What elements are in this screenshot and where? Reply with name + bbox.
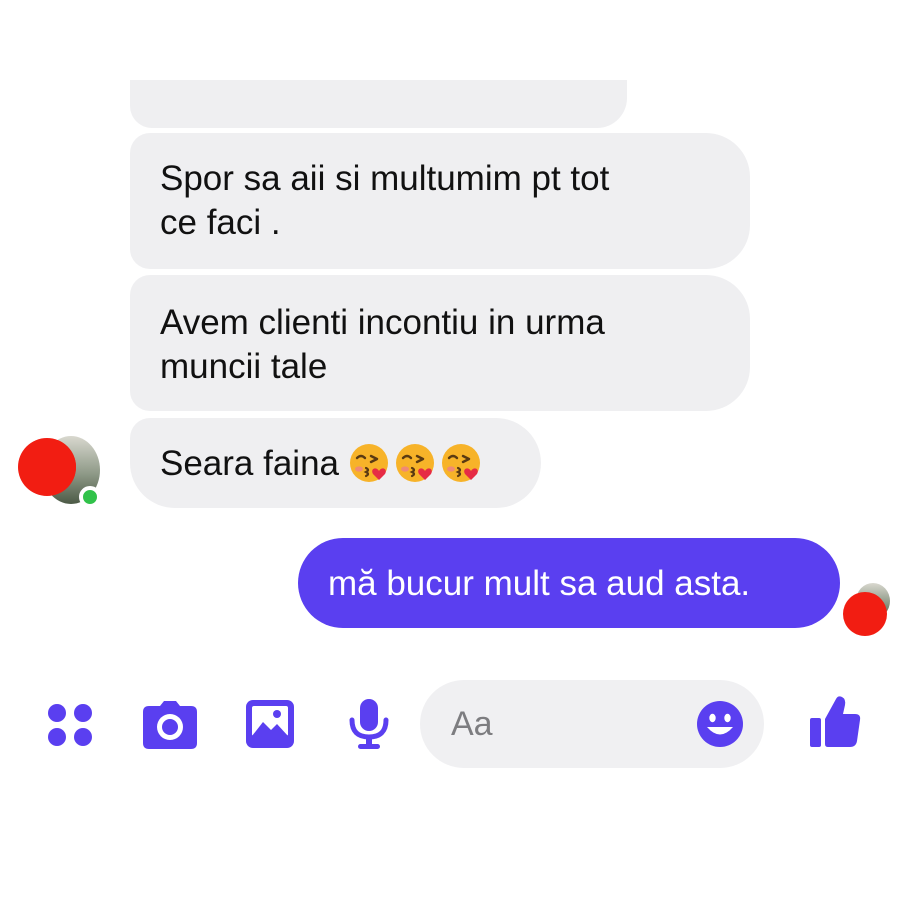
image-icon[interactable] <box>245 699 295 749</box>
message-input-placeholder: Aa <box>451 705 493 743</box>
message-bubble-partial[interactable] <box>130 80 627 128</box>
redaction-mark <box>843 592 887 636</box>
apps-grid-icon[interactable] <box>46 701 94 749</box>
thumbs-up-icon[interactable] <box>809 694 861 748</box>
message-text-line: ce faci . <box>160 203 281 242</box>
online-status-dot <box>79 486 101 508</box>
camera-icon[interactable] <box>142 700 198 750</box>
message-bubble-outgoing[interactable]: mă bucur mult sa aud asta. <box>298 538 840 628</box>
message-input[interactable]: Aa <box>420 680 764 768</box>
message-text-line: muncii tale <box>160 347 328 386</box>
message-bubble-incoming[interactable]: Spor sa aii si multumim pt tot ce faci . <box>130 133 750 269</box>
chat-screen: Spor sa aii si multumim pt tot ce faci .… <box>0 0 900 900</box>
message-text-line: Spor sa aii si multumim pt tot <box>160 159 610 198</box>
message-text-line: Avem clienti incontiu in urma <box>160 303 605 342</box>
message-text: Seara faina <box>160 444 340 483</box>
redaction-mark <box>18 438 76 496</box>
microphone-icon[interactable] <box>349 698 389 750</box>
kissing-heart-emoji <box>396 444 435 482</box>
message-text: mă bucur mult sa aud asta. <box>328 564 751 603</box>
emoji-icon[interactable] <box>696 700 744 748</box>
kissing-heart-emoji <box>442 444 481 482</box>
message-bubble-incoming[interactable]: Avem clienti incontiu in urma muncii tal… <box>130 275 750 411</box>
kissing-heart-emoji <box>350 444 389 482</box>
message-text-line: Seara faina <box>160 444 481 483</box>
message-bubble-incoming[interactable]: Seara faina <box>130 418 541 508</box>
